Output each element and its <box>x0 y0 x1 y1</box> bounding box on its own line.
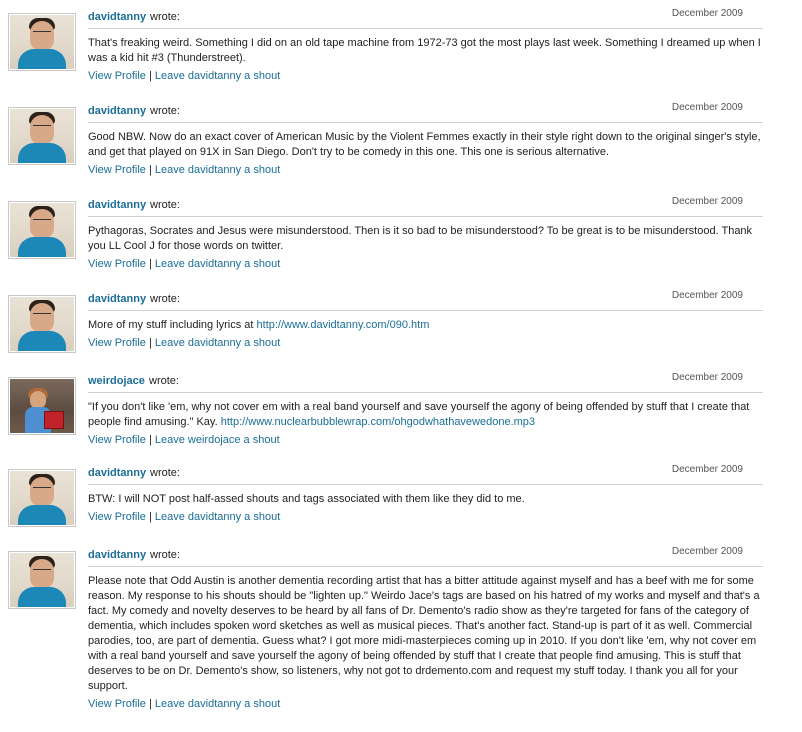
shout-actions: View Profile | Leave davidtanny a shout <box>88 257 763 271</box>
avatar-photo[interactable] <box>10 297 74 351</box>
wrote-label: wrote: <box>150 11 180 23</box>
avatar[interactable] <box>8 295 76 353</box>
avatar-photo[interactable] <box>10 553 74 607</box>
shout-content: davidtanny wrote: December 2009 Good NBW. N… <box>88 102 763 177</box>
shout-message: That's freaking weird. Something I did o… <box>88 36 763 66</box>
link-separator: | <box>148 258 152 270</box>
avatar[interactable] <box>8 13 76 71</box>
avatar[interactable] <box>8 377 76 435</box>
view-profile-link[interactable]: View Profile <box>88 434 146 446</box>
shout-message: More of my stuff including lyrics at htt… <box>88 318 763 333</box>
shout-date: December 2009 <box>671 196 743 207</box>
author-link[interactable]: davidtanny <box>88 549 146 561</box>
author-link[interactable]: davidtanny <box>88 199 146 211</box>
shout-text: More of my stuff including lyrics at <box>88 319 257 331</box>
shout-content: davidtanny wrote: December 2009 More of my … <box>88 290 763 350</box>
wrote-label: wrote: <box>150 293 180 305</box>
link-separator: | <box>148 698 152 710</box>
avatar[interactable] <box>8 201 76 259</box>
link-separator: | <box>148 70 152 82</box>
shout-actions: View Profile | Leave davidtanny a shout <box>88 69 763 83</box>
shout-url-link[interactable]: http://www.davidtanny.com/090.htm <box>257 319 430 331</box>
shout-content: weirdojace wrote: December 2009 "If you don… <box>88 372 763 447</box>
wrote-label: wrote: <box>150 549 180 561</box>
view-profile-link[interactable]: View Profile <box>88 258 146 270</box>
wrote-label: wrote: <box>150 105 180 117</box>
shout-url-link[interactable]: http://www.nuclearbubblewrap.com/ohgodwh… <box>221 416 535 428</box>
avatar-photo[interactable] <box>10 15 74 69</box>
link-separator: | <box>148 511 152 523</box>
shout-content: davidtanny wrote: December 2009 Please note… <box>88 546 763 711</box>
shout-message: Pythagoras, Socrates and Jesus were misu… <box>88 224 763 254</box>
shout-date: December 2009 <box>671 8 743 19</box>
shout-text: Good NBW. Now do an exact cover of Ameri… <box>88 131 761 158</box>
leave-shout-link[interactable]: Leave weirdojace a shout <box>155 434 280 446</box>
shout-content: davidtanny wrote: December 2009 BTW: I will… <box>88 464 763 524</box>
shout-header: davidtanny wrote: December 2009 <box>88 102 763 123</box>
shout-actions: View Profile | Leave davidtanny a shout <box>88 336 763 350</box>
shout-text: BTW: I will NOT post half-assed shouts a… <box>88 493 525 505</box>
view-profile-link[interactable]: View Profile <box>88 511 146 523</box>
avatar[interactable] <box>8 551 76 609</box>
view-profile-link[interactable]: View Profile <box>88 164 146 176</box>
shout-text: That's freaking weird. Something I did o… <box>88 37 761 64</box>
shout-message: Please note that Odd Austin is another d… <box>88 574 763 694</box>
leave-shout-link[interactable]: Leave davidtanny a shout <box>155 698 280 710</box>
author-link[interactable]: davidtanny <box>88 293 146 305</box>
author-link[interactable]: davidtanny <box>88 105 146 117</box>
link-separator: | <box>148 337 152 349</box>
shout-date: December 2009 <box>671 102 743 113</box>
avatar[interactable] <box>8 469 76 527</box>
shout-date: December 2009 <box>671 464 743 475</box>
view-profile-link[interactable]: View Profile <box>88 70 146 82</box>
shout-actions: View Profile | Leave davidtanny a shout <box>88 510 763 524</box>
shout-header: davidtanny wrote: December 2009 <box>88 546 763 567</box>
shout-date: December 2009 <box>671 546 743 557</box>
leave-shout-link[interactable]: Leave davidtanny a shout <box>155 337 280 349</box>
wrote-label: wrote: <box>149 375 179 387</box>
avatar-photo[interactable] <box>10 109 74 163</box>
leave-shout-link[interactable]: Leave davidtanny a shout <box>155 164 280 176</box>
shout-text: Please note that Odd Austin is another d… <box>88 575 760 692</box>
view-profile-link[interactable]: View Profile <box>88 337 146 349</box>
avatar-photo[interactable] <box>10 203 74 257</box>
wrote-label: wrote: <box>150 467 180 479</box>
shout-header: davidtanny wrote: December 2009 <box>88 290 763 311</box>
shout-header: davidtanny wrote: December 2009 <box>88 8 763 29</box>
author-link[interactable]: weirdojace <box>88 375 145 387</box>
shout-actions: View Profile | Leave davidtanny a shout <box>88 163 763 177</box>
shout-content: davidtanny wrote: December 2009 That's frea… <box>88 8 763 83</box>
leave-shout-link[interactable]: Leave davidtanny a shout <box>155 70 280 82</box>
shout-actions: View Profile | Leave weirdojace a shout <box>88 433 763 447</box>
shout-header: davidtanny wrote: December 2009 <box>88 464 763 485</box>
shout-header: weirdojace wrote: December 2009 <box>88 372 763 393</box>
wrote-label: wrote: <box>150 199 180 211</box>
leave-shout-link[interactable]: Leave davidtanny a shout <box>155 258 280 270</box>
leave-shout-link[interactable]: Leave davidtanny a shout <box>155 511 280 523</box>
shout-message: Good NBW. Now do an exact cover of Ameri… <box>88 130 763 160</box>
link-separator: | <box>148 164 152 176</box>
shout-date: December 2009 <box>671 372 743 383</box>
view-profile-link[interactable]: View Profile <box>88 698 146 710</box>
shout-header: davidtanny wrote: December 2009 <box>88 196 763 217</box>
avatar-photo[interactable] <box>10 471 74 525</box>
shout-message: BTW: I will NOT post half-assed shouts a… <box>88 492 763 507</box>
shout-content: davidtanny wrote: December 2009 Pythagoras,… <box>88 196 763 271</box>
link-separator: | <box>148 434 152 446</box>
shout-actions: View Profile | Leave davidtanny a shout <box>88 697 763 711</box>
shout-date: December 2009 <box>671 290 743 301</box>
shout-text: Pythagoras, Socrates and Jesus were misu… <box>88 225 753 252</box>
author-link[interactable]: davidtanny <box>88 467 146 479</box>
shout-message: "If you don't like 'em, why not cover em… <box>88 400 763 430</box>
author-link[interactable]: davidtanny <box>88 11 146 23</box>
avatar-photo[interactable] <box>10 379 74 433</box>
avatar[interactable] <box>8 107 76 165</box>
